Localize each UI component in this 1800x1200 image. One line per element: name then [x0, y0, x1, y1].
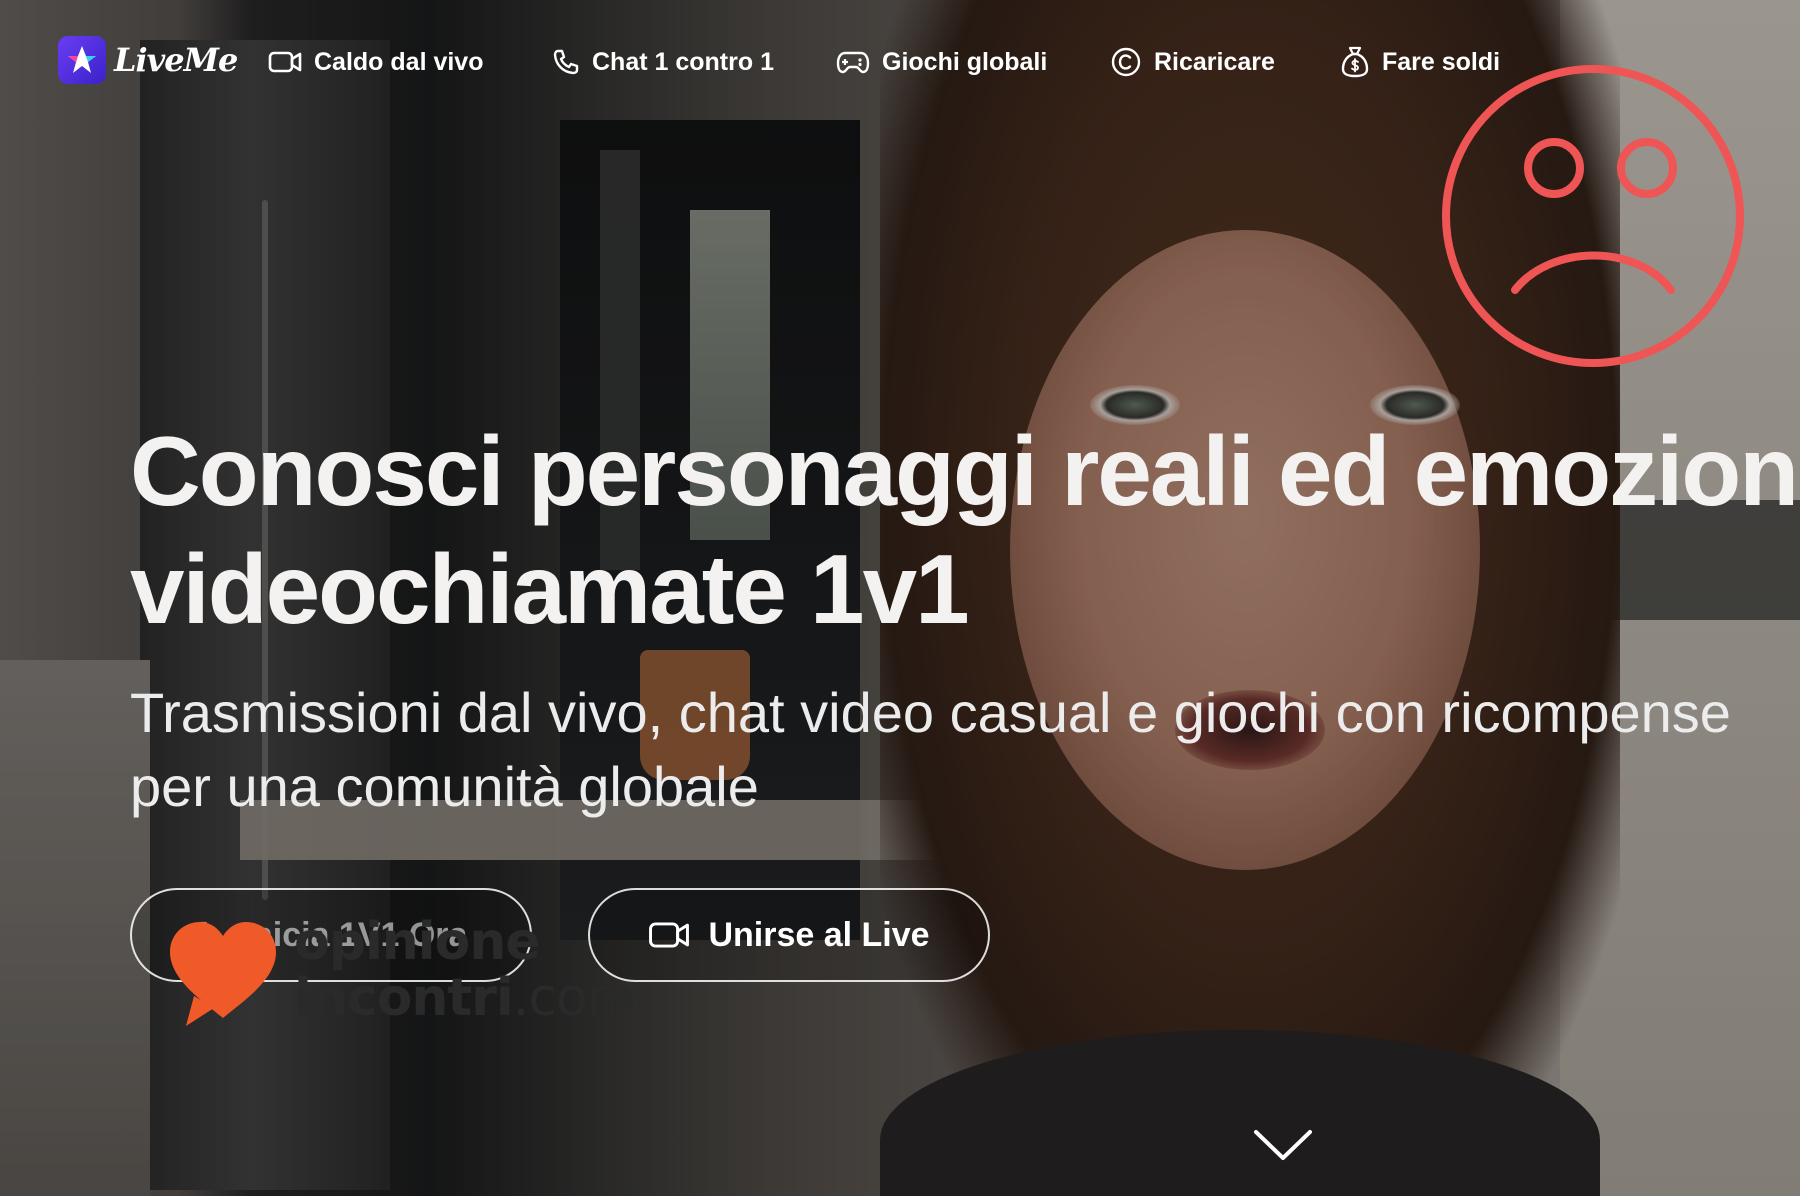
hero-subline: Trasmissioni dal vivo, chat video casual…: [130, 676, 1800, 824]
hero-subline-line2: per una comunità globale: [130, 755, 759, 818]
scroll-down-chevron-icon[interactable]: [1252, 1128, 1314, 1164]
sad-face-icon: [1442, 65, 1744, 367]
hero-subline-line1: Trasmissioni dal vivo, chat video casual…: [130, 681, 1731, 744]
nav-item-label: Caldo dal vivo: [314, 47, 484, 76]
video-camera-icon: [268, 51, 302, 73]
gamepad-icon: [836, 51, 870, 74]
watermark-line2: incontri.com: [294, 968, 638, 1028]
hero-headline-line1: Conosci personaggi reali ed emozionanti: [130, 416, 1800, 526]
coin-icon: [1111, 47, 1141, 77]
nav-item-label: Ricaricare: [1154, 47, 1275, 76]
money-bag-icon: [1341, 46, 1369, 78]
watermark-line1: opinione: [294, 912, 541, 972]
liveme-star-icon: [58, 36, 106, 84]
nav-item-label: Chat 1 contro 1: [592, 47, 774, 76]
opinione-incontri-watermark: opinione incontri.com: [164, 912, 638, 1028]
phone-icon: [553, 49, 579, 75]
join-live-button-label: Unirse al Live: [708, 915, 930, 954]
watermark-line2-bold: incontri: [294, 968, 514, 1028]
nav-item-giochi-globali[interactable]: Giochi globali: [836, 44, 1047, 80]
liveme-logo[interactable]: LiveMe: [58, 36, 238, 84]
hero-headline: Conosci personaggi reali ed emozionanti …: [130, 412, 1800, 648]
nav-item-chat-1-contro-1[interactable]: Chat 1 contro 1: [552, 44, 774, 80]
nav-item-ricaricare[interactable]: Ricaricare: [1110, 44, 1275, 80]
video-camera-icon: [649, 922, 690, 948]
nav-item-caldo-dal-vivo[interactable]: Caldo dal vivo: [268, 44, 483, 80]
nav-item-label: Giochi globali: [882, 47, 1048, 76]
join-live-button[interactable]: Unirse al Live: [588, 888, 990, 982]
watermark-line2-rest: .com: [512, 968, 638, 1028]
heart-chat-icon: [170, 922, 276, 1026]
hero-headline-line2: videochiamate 1v1: [130, 534, 970, 644]
logo-text: LiveMe: [114, 41, 238, 79]
